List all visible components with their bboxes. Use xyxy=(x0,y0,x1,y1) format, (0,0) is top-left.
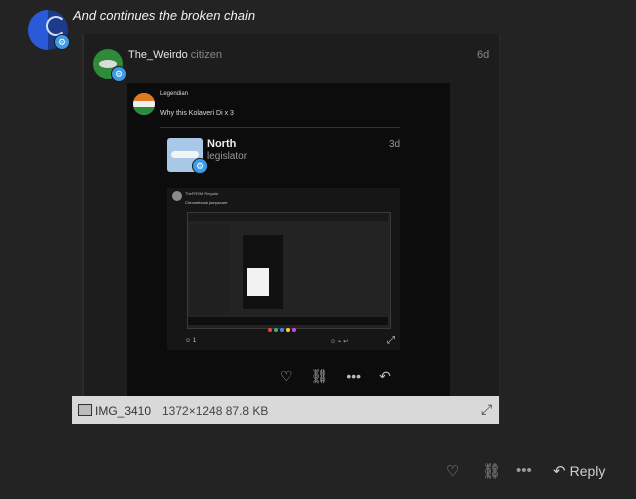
expand-icon: ⤢ xyxy=(387,335,395,346)
emoji-icon: ☺ xyxy=(185,338,192,344)
post-age[interactable]: 6d xyxy=(477,49,489,61)
screenshot-text: Why this Kolaveri Di x 3 xyxy=(160,110,234,117)
nested-reaction: ☺ 1 xyxy=(185,338,196,344)
nested-actions: ☺ ⌁ ↩ xyxy=(330,339,349,345)
nested-avatar xyxy=(172,191,182,201)
flair-icon: ⚙ xyxy=(54,34,70,50)
north-name: North xyxy=(207,138,237,150)
nested-white-image xyxy=(247,268,269,296)
heart-icon: ♡ xyxy=(280,368,293,384)
image-icon xyxy=(78,404,92,416)
screenshot-avatar xyxy=(133,93,155,115)
reply-icon: ↶ xyxy=(379,368,391,384)
nested-topbar xyxy=(188,213,388,221)
attachment-filename[interactable]: IMG_3410 xyxy=(95,404,151,418)
quote-username[interactable]: The_Weirdo citizen xyxy=(128,49,222,61)
screenshot-username: Legendian xyxy=(160,91,189,97)
nested-username: TheFRSM Regular xyxy=(185,191,218,196)
reply-label: Reply xyxy=(569,463,606,479)
screenshot-divider xyxy=(160,127,400,128)
nested-text: Chromebook jumpscare xyxy=(185,200,228,205)
screenshot-actions: ♡ ⛓ ••• ↶ xyxy=(280,368,409,385)
more-icon[interactable]: ••• xyxy=(516,462,532,479)
reaction-count: 1 xyxy=(192,338,197,344)
nested-taskbar xyxy=(188,317,388,332)
flair-icon: ⚙ xyxy=(192,158,208,174)
heart-icon[interactable]: ♡ xyxy=(446,462,459,480)
username-text[interactable]: The_Weirdo xyxy=(128,49,188,61)
reply-icon: ↶ xyxy=(553,463,566,480)
north-title: legislator xyxy=(207,151,248,162)
expand-icon[interactable]: ⤢ xyxy=(481,401,492,418)
link-icon[interactable]: ⛓ xyxy=(482,462,501,480)
post-text: And continues the broken chain xyxy=(73,8,256,23)
north-age: 3d xyxy=(389,139,401,150)
nested-username-text: TheFRSM xyxy=(185,191,204,196)
user-title: citizen xyxy=(190,49,222,61)
link-icon: ⛓ xyxy=(310,368,329,384)
reply-button[interactable]: ↶ Reply xyxy=(553,462,605,480)
attachment-meta: 1372×1248 87.8 KB xyxy=(162,404,269,418)
nested-user-role: Regular xyxy=(204,191,219,196)
more-icon: ••• xyxy=(346,368,362,384)
flair-icon: ⚙ xyxy=(111,66,127,82)
nested-sidebar xyxy=(190,224,230,314)
